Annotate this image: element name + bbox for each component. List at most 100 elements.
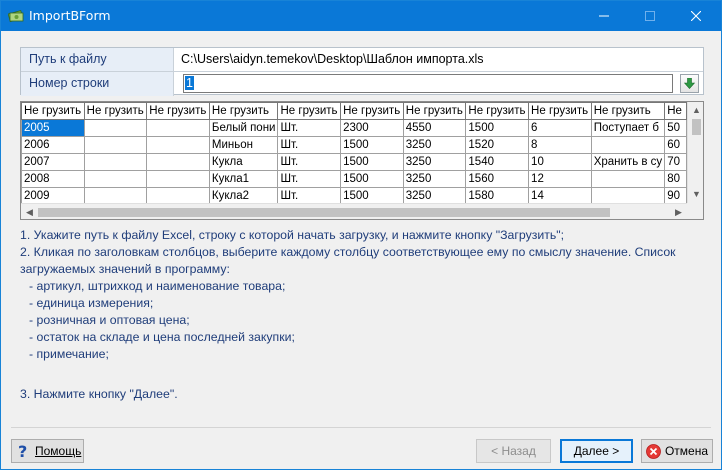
table-cell[interactable]: 14: [528, 187, 592, 203]
table-cell[interactable]: 70: [664, 153, 687, 171]
table-cell[interactable]: 3250: [402, 153, 467, 171]
horizontal-scrollbar[interactable]: ◀ ▶: [21, 203, 687, 219]
help-icon: ?: [18, 443, 27, 459]
column-header[interactable]: Не грузить: [208, 102, 279, 120]
table-cell[interactable]: Шт.: [277, 119, 342, 137]
table-row[interactable]: 2008 Кукла1 Шт. 1500 3250 1560 12 80: [21, 170, 687, 188]
scroll-left-icon[interactable]: ◀: [21, 204, 38, 219]
table-cell[interactable]: Белый пони: [208, 119, 279, 137]
table-cell[interactable]: 1540: [465, 153, 530, 171]
table-cell[interactable]: Кукла: [208, 153, 279, 171]
scroll-up-icon[interactable]: ▲: [688, 102, 703, 119]
table-cell[interactable]: 1520: [465, 136, 530, 154]
column-header[interactable]: Не грузить: [402, 102, 467, 120]
help-button[interactable]: ? Помощь: [11, 439, 84, 463]
instructions: 1. Укажите путь к файлу Excel, строку с …: [20, 227, 710, 363]
table-cell[interactable]: [146, 136, 210, 154]
horizontal-scroll-thumb[interactable]: [38, 208, 610, 217]
table-cell[interactable]: 6: [528, 119, 592, 137]
arrow-down-icon: [684, 78, 695, 89]
column-header[interactable]: Не грузить: [21, 102, 85, 120]
table-cell[interactable]: 10: [528, 153, 592, 171]
help-button-label: Помощь: [35, 444, 82, 458]
table-cell[interactable]: [83, 136, 148, 154]
table-cell[interactable]: 1500: [465, 119, 530, 137]
table-cell[interactable]: [146, 119, 210, 137]
close-button[interactable]: [673, 1, 719, 31]
table-cell[interactable]: [590, 187, 666, 203]
table-cell[interactable]: 3250: [402, 187, 467, 203]
vertical-scroll-thumb[interactable]: [692, 119, 701, 135]
table-cell[interactable]: 3250: [402, 170, 467, 188]
back-button[interactable]: < Назад: [476, 439, 551, 463]
minimize-button[interactable]: [581, 1, 627, 31]
row-number-input[interactable]: 1: [183, 74, 673, 93]
table-cell[interactable]: [590, 170, 666, 188]
table-cell[interactable]: Кукла2: [208, 187, 279, 203]
column-header[interactable]: Не грузить: [83, 102, 148, 120]
table-row[interactable]: 2009 Кукла2 Шт. 1500 3250 1580 14 90: [21, 187, 687, 203]
table-cell[interactable]: 2006: [21, 136, 85, 154]
table-cell[interactable]: 2300: [340, 119, 404, 137]
table-cell[interactable]: Хранить в су: [590, 153, 666, 171]
title-bar[interactable]: ImportBForm: [1, 1, 721, 31]
column-header[interactable]: Не грузить: [465, 102, 530, 120]
vertical-scrollbar[interactable]: ▲ ▼: [687, 102, 703, 203]
table-cell[interactable]: 2007: [21, 153, 85, 171]
table-row[interactable]: 2006 Миньон Шт. 1500 3250 1520 8 60: [21, 136, 687, 154]
table-cell[interactable]: 80: [664, 170, 687, 188]
column-header[interactable]: Не грузить: [340, 102, 404, 120]
table-cell[interactable]: [83, 170, 148, 188]
table-cell[interactable]: 60: [664, 136, 687, 154]
scroll-right-icon[interactable]: ▶: [670, 204, 687, 219]
table-cell[interactable]: 3250: [402, 136, 467, 154]
table-cell[interactable]: [83, 187, 148, 203]
load-button[interactable]: [680, 74, 699, 93]
table-cell[interactable]: [83, 119, 148, 137]
cancel-button-label: Отмена: [664, 444, 709, 458]
table-cell[interactable]: [83, 153, 148, 171]
table-cell[interactable]: 2008: [21, 170, 85, 188]
table-cell[interactable]: Миньон: [208, 136, 279, 154]
table-cell[interactable]: 50: [664, 119, 687, 137]
table-cell[interactable]: 12: [528, 170, 592, 188]
file-path-label: Путь к файлу: [21, 48, 174, 71]
table-cell[interactable]: Шт.: [277, 136, 342, 154]
table-cell[interactable]: 1500: [340, 136, 404, 154]
maximize-button[interactable]: [627, 1, 673, 31]
table-cell[interactable]: Шт.: [277, 187, 342, 203]
table-cell[interactable]: 1500: [340, 187, 404, 203]
file-path-field[interactable]: C:\Users\aidyn.temekov\Desktop\Шаблон им…: [181, 48, 484, 71]
table-cell[interactable]: 1500: [340, 153, 404, 171]
close-icon: [691, 11, 701, 21]
column-header[interactable]: Не грузить: [277, 102, 342, 120]
table-cell[interactable]: Поступает б: [590, 119, 666, 137]
column-header[interactable]: Не: [664, 102, 687, 120]
import-data-grid[interactable]: Не грузить Не грузить Не грузить Не грузить…: [20, 101, 704, 220]
cancel-button[interactable]: Отмена: [641, 439, 713, 463]
table-cell[interactable]: 2009: [21, 187, 85, 203]
column-header[interactable]: Не грузить: [590, 102, 666, 120]
table-cell[interactable]: [146, 170, 210, 188]
table-cell[interactable]: [590, 136, 666, 154]
row-number-label: Номер строки: [21, 72, 174, 96]
table-cell[interactable]: Шт.: [277, 170, 342, 188]
table-cell[interactable]: 2005: [21, 119, 85, 137]
table-cell[interactable]: 90: [664, 187, 687, 203]
data-table: Не грузить Не грузить Не грузить Не грузить…: [21, 102, 687, 203]
table-cell[interactable]: 4550: [402, 119, 467, 137]
column-header[interactable]: Не грузить: [146, 102, 210, 120]
table-cell[interactable]: 1500: [340, 170, 404, 188]
table-row[interactable]: 2007 Кукла Шт. 1500 3250 1540 10 Хранить в су 70: [21, 153, 687, 171]
table-cell[interactable]: 1560: [465, 170, 530, 188]
table-row[interactable]: 2005 Белый пони Шт. 2300 4550 1500 6 Поступает …: [21, 119, 687, 137]
scroll-down-icon[interactable]: ▼: [688, 186, 703, 203]
table-cell[interactable]: 1580: [465, 187, 530, 203]
table-cell[interactable]: [146, 187, 210, 203]
table-cell[interactable]: Шт.: [277, 153, 342, 171]
column-header[interactable]: Не грузить: [528, 102, 592, 120]
table-cell[interactable]: 8: [528, 136, 592, 154]
next-button[interactable]: Далее >: [560, 439, 633, 463]
table-cell[interactable]: Кукла1: [208, 170, 279, 188]
table-cell[interactable]: [146, 153, 210, 171]
